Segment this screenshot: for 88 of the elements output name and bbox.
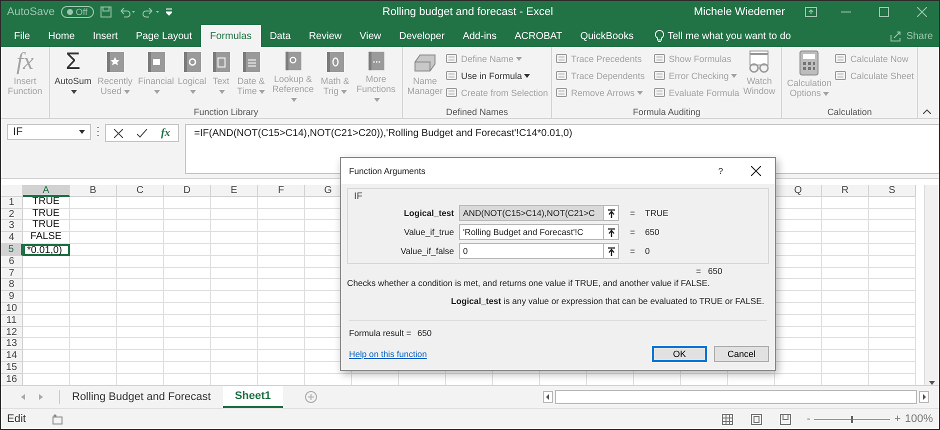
ribbon-tab[interactable]: File [5,25,40,47]
ribbon-tab[interactable]: ACROBAT [506,25,572,47]
ribbon-button[interactable]: Σ AutoSum [53,49,93,105]
argument-label: Value_if_false [400,246,455,256]
row-header[interactable]: 2 [1,208,23,220]
row-header[interactable]: 9 [1,291,23,303]
zoom-in-button[interactable]: + [894,413,901,425]
ribbon-tab[interactable]: View [350,25,390,47]
ribbon-tab[interactable]: QuickBooks [571,25,643,47]
ribbon-button[interactable]: Use in Formula [445,68,548,83]
table-cell: TRUE [23,220,70,232]
row-header[interactable]: 5 [1,244,23,256]
argument-field[interactable]: AND(NOT(C15>C14),NOT(C21>C [459,205,619,221]
ribbon-tab[interactable]: Home [39,25,84,47]
formula-result: 650 [417,328,432,338]
row-header[interactable]: 15 [1,362,23,374]
help-link[interactable]: Help on this function [349,349,427,359]
column-header[interactable]: E [211,185,258,197]
argument-field[interactable]: 0 [459,243,619,259]
table-cell: *0.01,0) [23,244,70,256]
dialog-title: Function Arguments [349,166,426,176]
column-header[interactable]: A [23,185,70,197]
argument-result: 650 [645,227,660,237]
equals-sign: = [630,227,636,237]
zoom-level[interactable]: 100% [904,413,933,425]
equals-sign: = [630,208,636,218]
row-header[interactable]: 3 [1,220,23,232]
row-header[interactable]: 6 [1,256,23,268]
sheet-tab[interactable]: Sheet1 [222,386,283,408]
ribbon-tab[interactable]: Formulas [201,25,261,47]
argument-label: Logical_test [402,208,455,218]
ribbon-tab[interactable]: Developer [390,25,454,47]
equals-sign: = [696,266,702,276]
sigma-icon: Σ [66,50,80,74]
row-header[interactable]: 16 [1,374,23,385]
column-header[interactable]: C [117,185,164,197]
argument-result: 0 [645,246,650,256]
ribbon-tab[interactable]: Insert [84,25,127,47]
table-cell: FALSE [23,232,70,244]
group-label: Calculation [826,107,873,118]
ribbon-tab[interactable]: Review [300,25,351,47]
argument-result: TRUE [645,208,668,218]
name-box[interactable]: IF [7,124,91,140]
function-result: 650 [708,266,722,276]
argument-label: Value_if_true [402,227,455,237]
function-description: Checks whether a condition is met, and returns one value if TRUE, and another value if FALSE. [347,278,710,288]
sheet-tab[interactable]: Rolling Budget and Forecast [60,386,223,408]
table-cell: TRUE [23,196,70,209]
row-header[interactable]: 4 [1,232,23,244]
cancel-button[interactable]: Cancel [714,346,769,362]
ribbon-tab[interactable]: Add-ins [454,25,506,47]
ribbon-tab[interactable]: Data [260,25,300,47]
row-header[interactable]: 8 [1,279,23,292]
function-name: IF [354,191,364,202]
autosave-toggle[interactable]: Off [60,6,94,18]
argument-field[interactable]: 'Rolling Budget and Forecast'!C [459,224,619,240]
ribbon-tab[interactable]: Page Layout [126,25,201,47]
result-label: Formula result = [349,328,412,338]
group-label: Formula Auditing [632,107,702,118]
column-header[interactable]: F [258,185,305,197]
share-button[interactable]: Share [890,25,933,47]
help-button[interactable]: ? [718,166,723,176]
column-header[interactable]: B [70,185,117,197]
column-header[interactable]: S [869,185,916,197]
argument-description: Logical_test is any value or expression that can be evaluated to TRUE or FALSE. [451,296,764,306]
table-cell: TRUE [23,208,70,220]
equals-sign: = [630,246,636,256]
row-header[interactable]: 14 [1,350,23,362]
row-header[interactable]: 1 [1,196,23,209]
row-header[interactable]: 11 [1,314,23,327]
column-header[interactable]: Q [775,185,822,197]
user-name[interactable]: Michele Wiedemer [694,6,785,18]
tell-me-box[interactable]: Tell me what you want to do [654,25,791,47]
zoom-out-button[interactable]: - [806,413,810,425]
window-title: Rolling budget and forecast - Excel [381,6,554,18]
group-label: Function Library [192,107,260,118]
row-header[interactable]: 10 [1,302,23,315]
row-header[interactable]: 7 [1,268,23,280]
column-header[interactable]: D [164,185,211,197]
row-header[interactable]: 13 [1,338,23,350]
insert-function-button[interactable]: fx [161,127,170,139]
autosave-label: AutoSave [7,6,55,18]
row-header[interactable]: 12 [1,326,23,338]
column-header[interactable]: R [822,185,869,197]
status-mode: Edit [7,413,26,425]
ok-button[interactable]: OK [652,346,707,362]
function-icon: fx [16,50,34,74]
group-label: Defined Names [445,107,510,118]
